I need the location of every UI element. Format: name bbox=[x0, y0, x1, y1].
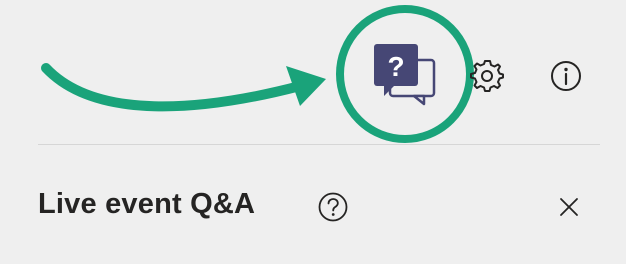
help-button[interactable] bbox=[317, 191, 349, 223]
panel-header: Live event Q&A bbox=[38, 180, 600, 240]
qa-button[interactable]: ? bbox=[370, 38, 442, 110]
curved-arrow-icon bbox=[41, 5, 474, 143]
gear-icon bbox=[470, 60, 504, 92]
toolbar: ? bbox=[0, 0, 626, 145]
panel-title: Live event Q&A bbox=[38, 188, 256, 220]
close-button[interactable] bbox=[555, 193, 583, 221]
info-button[interactable] bbox=[548, 58, 584, 94]
help-circle-icon bbox=[318, 192, 348, 222]
qa-chat-bubbles-icon: ? bbox=[374, 44, 436, 106]
qa-question-glyph: ? bbox=[387, 51, 404, 82]
info-icon bbox=[551, 61, 581, 91]
divider bbox=[38, 144, 600, 145]
settings-button[interactable] bbox=[468, 56, 506, 94]
close-icon bbox=[560, 198, 578, 216]
